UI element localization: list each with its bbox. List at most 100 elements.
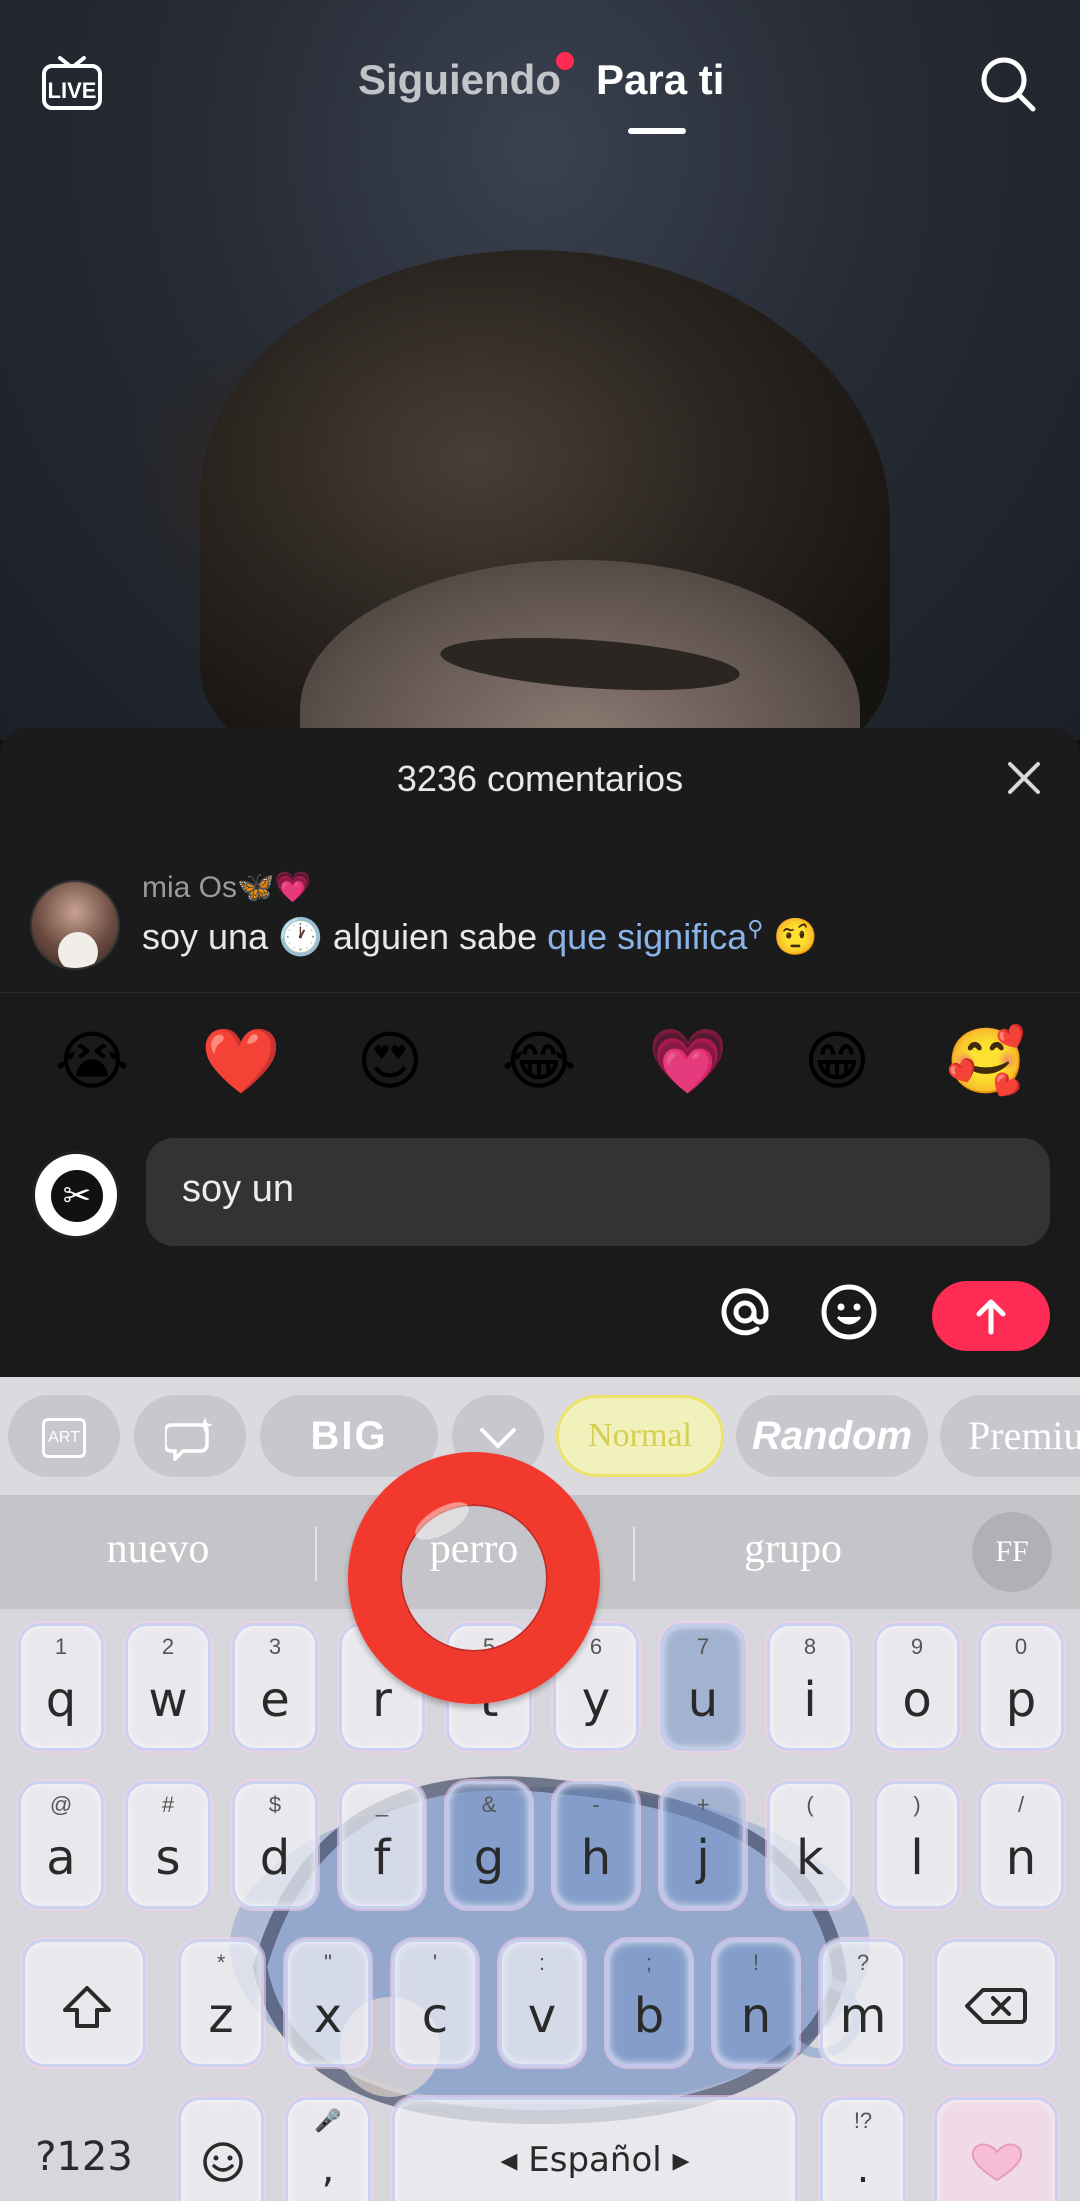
key-w[interactable]: 2w <box>125 1623 211 1751</box>
comment-search-link[interactable]: que significa <box>547 916 747 957</box>
key-k[interactable]: (k <box>767 1781 853 1909</box>
key-hint: * <box>216 1950 226 1975</box>
key-h[interactable]: -h <box>553 1781 639 1909</box>
premium-font-button[interactable]: Premium <box>940 1395 1080 1477</box>
search-icon[interactable] <box>978 54 1038 114</box>
key-q[interactable]: 1q <box>18 1623 104 1751</box>
normal-font-button[interactable]: Normal <box>556 1395 724 1477</box>
key-hint: 3 <box>268 1634 282 1659</box>
key-n-tilde[interactable]: / n <box>978 1781 1064 1909</box>
period-key[interactable]: !? . <box>820 2097 906 2201</box>
key-label: . <box>856 2146 870 2192</box>
key-label: l <box>910 1830 924 1886</box>
key-label: k <box>796 1830 824 1886</box>
comments-count-title: 3236 comentarios <box>396 758 684 799</box>
microphone-icon: 🎤 <box>314 2108 342 2133</box>
comments-sheet: 3236 comentarios mia Os🦋💗 soy una 🕐 algu… <box>0 728 1080 998</box>
comment-input[interactable]: soy un <box>146 1138 1050 1246</box>
key-hint: $ <box>268 1792 282 1817</box>
mention-icon[interactable] <box>716 1283 774 1341</box>
emoji-picker-icon[interactable] <box>820 1283 878 1341</box>
emoji-joy[interactable]: 😂 <box>499 1021 579 1101</box>
key-label: , <box>321 2146 335 2192</box>
key-label: w <box>148 1672 188 1728</box>
emoji-red-heart[interactable]: ❤️ <box>201 1021 281 1101</box>
emoji-pink-heart[interactable]: 💗 <box>648 1021 728 1101</box>
key-g[interactable]: & g <box>446 1781 532 1909</box>
backspace-key[interactable] <box>934 1939 1058 2067</box>
emoji-grin[interactable]: 😁 <box>797 1021 877 1101</box>
key-label: i <box>803 1672 817 1728</box>
shift-key[interactable] <box>22 1939 146 2067</box>
key-label: q <box>45 1672 77 1728</box>
shift-arrow-icon <box>63 1986 111 2028</box>
symbols-key[interactable]: ?123 <box>22 2097 146 2201</box>
enter-key[interactable] <box>934 2097 1058 2201</box>
key-s[interactable]: # s <box>125 1781 211 1909</box>
key-d[interactable]: $ d <box>232 1781 318 1909</box>
key-label: o <box>902 1672 932 1728</box>
space-language-label: ◂ Español ▸ <box>500 2140 690 2180</box>
key-l[interactable]: ) l <box>874 1781 960 1909</box>
arrow-up-icon <box>976 1299 1006 1335</box>
key-hint: 1 <box>54 1634 68 1659</box>
emoji-smiling-hearts[interactable]: 🥰 <box>946 1021 1026 1101</box>
heart-enter-icon <box>971 2143 1023 2182</box>
key-hint: ! <box>752 1950 760 1975</box>
art-font-button[interactable]: ART <box>8 1395 120 1477</box>
key-hint: 7 <box>696 1634 710 1659</box>
live-icon[interactable]: LIVE <box>40 52 104 112</box>
comma-key[interactable]: 🎤 , <box>285 2097 371 2201</box>
key-v[interactable]: :v <box>499 1939 585 2067</box>
key-x[interactable]: " x <box>285 1939 371 2067</box>
key-hint: : <box>538 1950 546 1975</box>
key-hint: & <box>481 1792 497 1817</box>
key-j[interactable]: + j <box>660 1781 746 1909</box>
key-hint: 9 <box>910 1634 924 1659</box>
key-u[interactable]: 7u <box>660 1623 746 1751</box>
key-hint: ) <box>913 1792 921 1817</box>
key-hint: 0 <box>1014 1634 1028 1659</box>
notification-dot <box>556 52 574 70</box>
key-a[interactable]: @ a <box>18 1781 104 1909</box>
send-button[interactable] <box>932 1281 1050 1351</box>
key-hint: " <box>324 1950 332 1975</box>
commenter-avatar[interactable] <box>30 880 120 970</box>
key-m[interactable]: ? m <box>820 1939 906 2067</box>
emoji-key[interactable] <box>178 2097 264 2201</box>
key-hint: - <box>592 1792 600 1817</box>
key-label: y <box>581 1672 611 1728</box>
random-font-button[interactable]: Random <box>736 1395 928 1477</box>
emoji-heart-eyes[interactable]: 😍 <box>350 1021 430 1101</box>
key-n[interactable]: ! n <box>713 1939 799 2067</box>
close-icon[interactable] <box>1004 758 1044 798</box>
key-f[interactable]: _ f <box>339 1781 425 1909</box>
key-z[interactable]: * z <box>178 1939 264 2067</box>
space-label-text: Español <box>528 2140 662 2180</box>
tab-following[interactable]: Siguiendo <box>358 56 561 104</box>
key-o[interactable]: 9o <box>874 1623 960 1751</box>
font-toggle-button[interactable]: FF <box>972 1512 1052 1592</box>
big-font-button[interactable]: BIG <box>260 1395 438 1477</box>
key-label: n <box>740 1988 772 2044</box>
key-label: f <box>373 1830 391 1886</box>
tab-for-you[interactable]: Para ti <box>596 56 724 104</box>
commenter-username[interactable]: mia Os🦋💗 <box>142 870 312 905</box>
key-b[interactable]: ; b <box>606 1939 692 2067</box>
key-c[interactable]: ' c <box>392 1939 478 2067</box>
key-i[interactable]: 8i <box>767 1623 853 1751</box>
key-e[interactable]: 3e <box>232 1623 318 1751</box>
emoji-crying[interactable]: 😭 <box>52 1021 132 1101</box>
suggestion-3[interactable]: grupo <box>643 1525 943 1573</box>
sticker-font-button[interactable] <box>134 1395 246 1477</box>
key-label: j <box>696 1830 710 1886</box>
key-p[interactable]: 0p <box>978 1623 1064 1751</box>
comment-text-end: 🤨 <box>763 916 819 957</box>
key-hint: # <box>161 1792 175 1817</box>
suggestion-1[interactable]: nuevo <box>8 1525 308 1573</box>
active-tab-indicator <box>628 128 686 134</box>
comment-text: soy una 🕐 alguien sabe que significa⚲ 🤨 <box>142 916 818 958</box>
space-key[interactable]: ◂ Español ▸ <box>392 2097 798 2201</box>
key-hint: @ <box>49 1792 73 1817</box>
key-label: b <box>633 1988 665 2044</box>
